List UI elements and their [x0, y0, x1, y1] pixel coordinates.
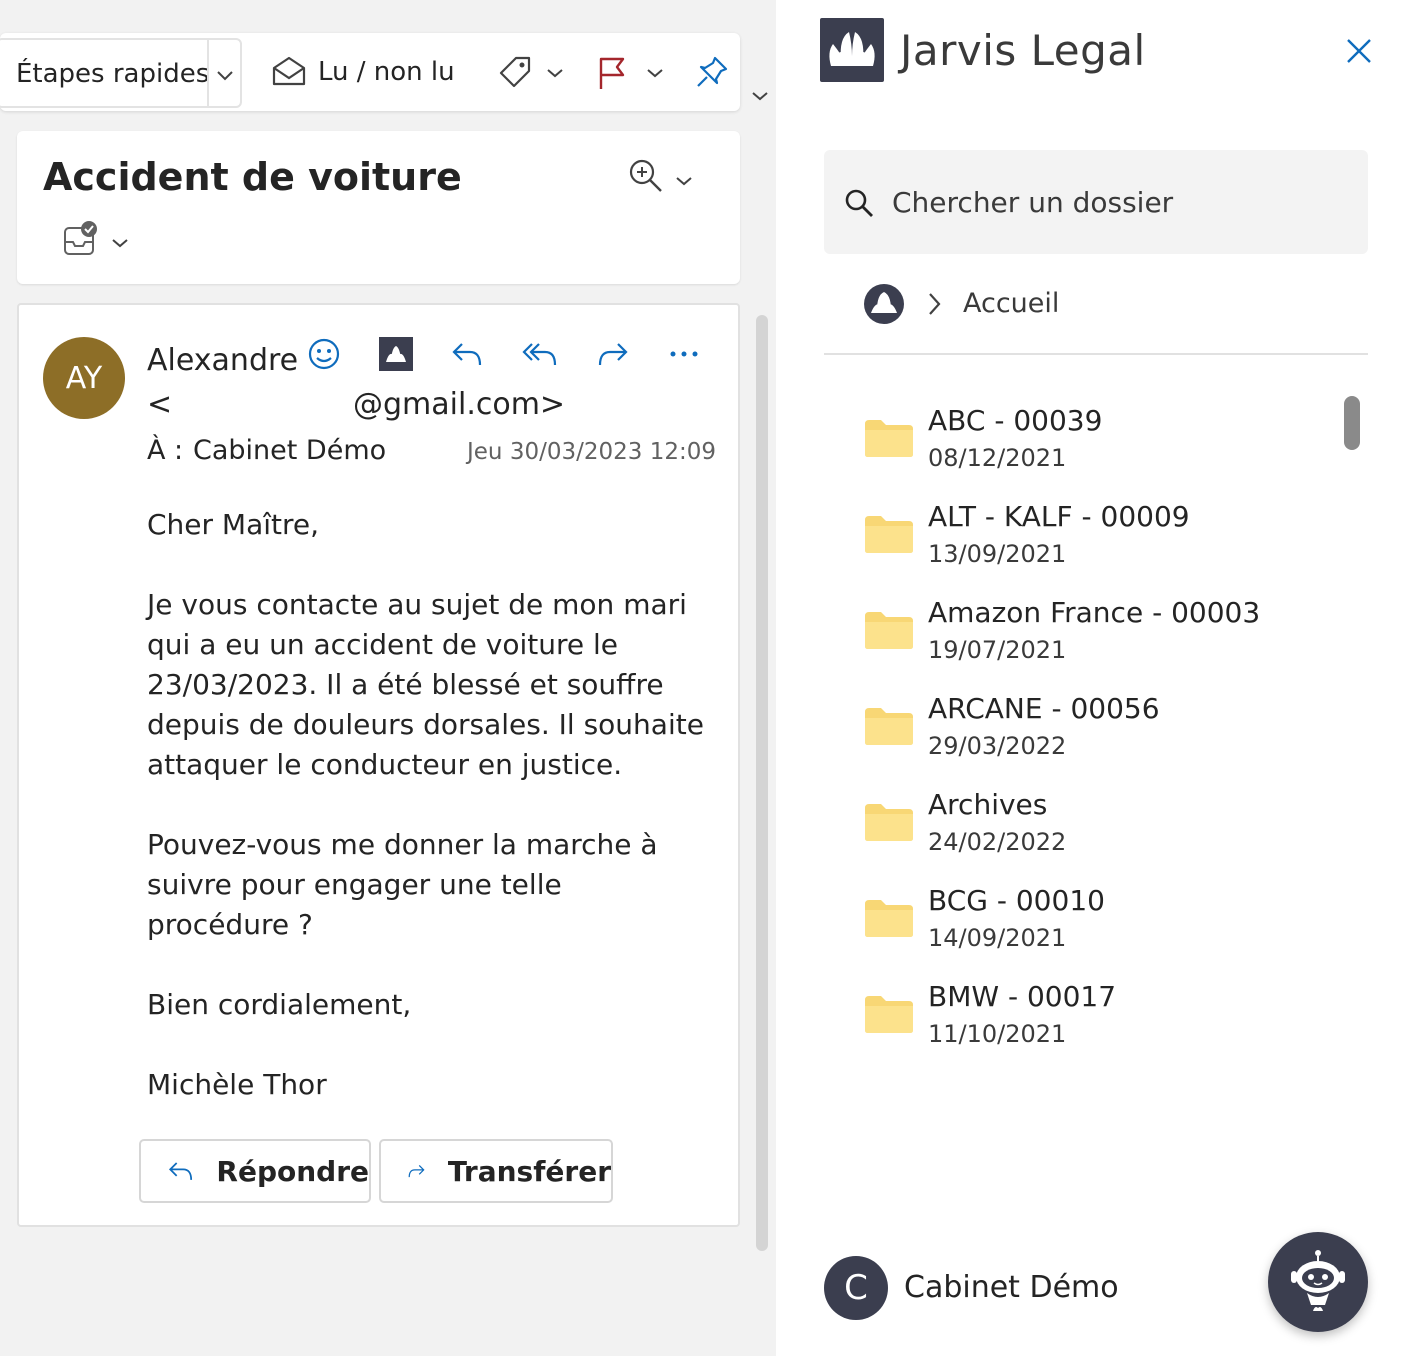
jarvis-addin-pane: Jarvis Legal Accueil ABC - 00039 08/12/2… — [776, 0, 1406, 1356]
addin-title: Jarvis Legal — [900, 26, 1146, 75]
emoji-icon[interactable] — [305, 335, 343, 373]
chevron-down-icon[interactable] — [210, 60, 240, 90]
more-icon[interactable] — [667, 337, 701, 371]
body-signature: Michèle Thor — [147, 1068, 327, 1101]
close-icon[interactable] — [1342, 34, 1376, 68]
sender-name[interactable]: Alexandre — [147, 343, 298, 378]
reply-all-icon[interactable] — [521, 337, 559, 371]
folder-item[interactable]: ARCANE - 00056 29/03/2022 — [864, 692, 1344, 772]
body-greeting: Cher Maître, — [147, 508, 320, 541]
folder-search-box[interactable] — [824, 150, 1368, 254]
body-closing: Bien cordialement, — [147, 988, 412, 1021]
reply-button[interactable]: Répondre — [139, 1139, 371, 1203]
forward-icon — [408, 1165, 425, 1178]
folder-name: BCG - 00010 — [928, 884, 1105, 917]
search-icon — [842, 186, 876, 220]
folder-item[interactable]: BCG - 00010 14/09/2021 — [864, 884, 1344, 964]
quick-steps-split-button[interactable]: Étapes rapides — [0, 38, 242, 108]
folder-name: Archives — [928, 788, 1048, 821]
breadcrumb-home[interactable]: Accueil — [963, 288, 1059, 319]
folder-name: ABC - 00039 — [928, 404, 1103, 437]
folder-icon — [865, 516, 913, 553]
home-logo-icon[interactable] — [862, 282, 906, 326]
message-card: AY Alexandre < @gmail.com> À : Cabinet D… — [17, 303, 740, 1227]
zoom-icon[interactable] — [627, 157, 665, 195]
toolbar-overflow-chevron-icon[interactable] — [750, 86, 770, 106]
user-name: Cabinet Démo — [904, 1270, 1119, 1305]
split-divider — [207, 40, 209, 106]
folder-item[interactable]: Archives 24/02/2022 — [864, 788, 1344, 868]
jarvis-logo-icon — [820, 18, 884, 82]
folder-name: ALT - KALF - 00009 — [928, 500, 1190, 533]
folder-icon — [865, 804, 913, 841]
robot-assistant-button[interactable] — [1268, 1232, 1368, 1332]
user-avatar[interactable]: C — [824, 1256, 888, 1320]
sender-email-prefix: < — [147, 387, 173, 422]
flag-icon[interactable] — [594, 53, 630, 93]
folder-date: 08/12/2021 — [928, 444, 1067, 472]
folder-icon — [865, 708, 913, 745]
folder-icon — [865, 612, 913, 649]
folder-item[interactable]: ALT - KALF - 00009 13/09/2021 — [864, 500, 1344, 580]
folder-icon — [865, 900, 913, 937]
sender-avatar[interactable]: AY — [43, 337, 125, 419]
outlook-reading-pane: Étapes rapides Lu / non lu Accident de v… — [0, 0, 776, 1356]
folder-name: BMW - 00017 — [928, 980, 1117, 1013]
forward-icon[interactable] — [595, 337, 631, 371]
envelope-open-icon[interactable] — [270, 53, 308, 89]
jarvis-logo-icon[interactable] — [379, 337, 413, 371]
reply-icon[interactable] — [449, 337, 485, 371]
quick-steps-label: Étapes rapides — [16, 59, 210, 89]
chevron-down-icon[interactable] — [644, 63, 666, 83]
to-label: À : — [147, 435, 184, 466]
folder-date: 19/07/2021 — [928, 636, 1067, 664]
forward-button[interactable]: Transférer — [379, 1139, 613, 1203]
read-unread-label[interactable]: Lu / non lu — [318, 57, 455, 87]
body-paragraph: Pouvez-vous me donner la marche à suivre… — [147, 828, 658, 941]
folder-date: 11/10/2021 — [928, 1020, 1067, 1048]
folder-date: 24/02/2022 — [928, 828, 1067, 856]
subject-card: Accident de voiture — [17, 131, 740, 284]
reply-button-label: Répondre — [216, 1154, 369, 1188]
to-recipient[interactable]: Cabinet Démo — [193, 435, 386, 466]
folder-name: Amazon France - 00003 — [928, 596, 1261, 629]
reading-pane-scrollbar[interactable] — [756, 315, 768, 1251]
folder-list-scrollbar[interactable] — [1344, 396, 1360, 450]
chevron-down-icon[interactable] — [109, 233, 131, 253]
chevron-right-icon — [922, 290, 946, 318]
folder-icon — [865, 420, 913, 457]
chevron-down-icon[interactable] — [673, 171, 695, 191]
message-subject: Accident de voiture — [43, 155, 462, 199]
sender-email-suffix: @gmail.com> — [353, 387, 566, 422]
pin-icon[interactable] — [694, 53, 730, 91]
robot-assistant-icon — [1291, 1250, 1345, 1311]
forward-button-label: Transférer — [447, 1154, 611, 1188]
folder-item[interactable]: BMW - 00017 11/10/2021 — [864, 980, 1344, 1060]
inbox-check-icon[interactable] — [61, 219, 99, 259]
folder-item[interactable]: ABC - 00039 08/12/2021 — [864, 404, 1344, 484]
folder-date: 13/09/2021 — [928, 540, 1067, 568]
message-date: Jeu 30/03/2023 12:09 — [467, 439, 716, 465]
body-paragraph: Je vous contacte au sujet de mon mari qu… — [147, 588, 704, 781]
folder-name: ARCANE - 00056 — [928, 692, 1160, 725]
chevron-down-icon[interactable] — [544, 63, 566, 83]
reply-icon — [168, 1162, 193, 1180]
folder-icon — [865, 996, 913, 1033]
message-toolbar: Étapes rapides Lu / non lu — [0, 33, 740, 111]
tag-icon[interactable] — [496, 53, 534, 91]
search-input[interactable] — [892, 182, 1352, 222]
folder-item[interactable]: Amazon France - 00003 19/07/2021 — [864, 596, 1344, 676]
folder-date: 14/09/2021 — [928, 924, 1067, 952]
divider — [824, 353, 1368, 355]
folder-date: 29/03/2022 — [928, 732, 1067, 760]
